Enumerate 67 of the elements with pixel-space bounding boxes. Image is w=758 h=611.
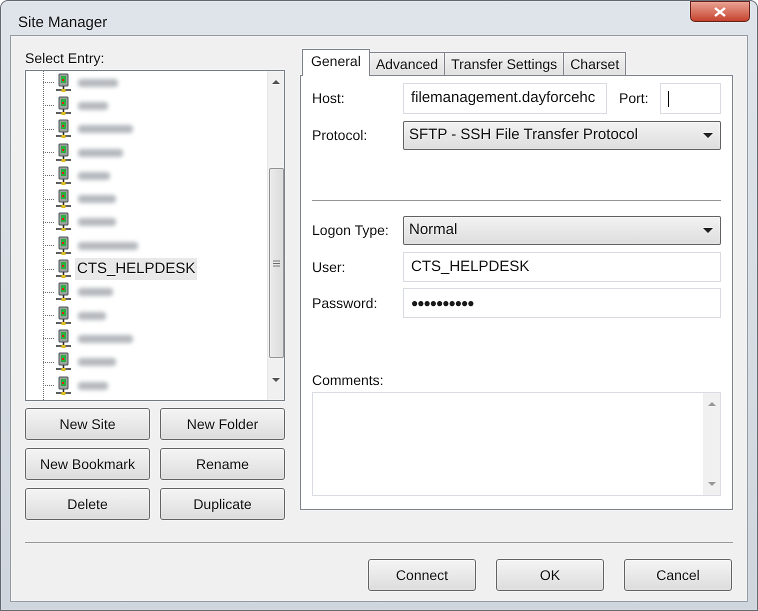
blurred-tree-item[interactable] bbox=[78, 102, 108, 110]
action-button[interactable]: Rename bbox=[160, 448, 285, 480]
computer-icon bbox=[54, 328, 72, 349]
comments-field[interactable] bbox=[312, 392, 721, 496]
computer-icon bbox=[54, 352, 72, 372]
blurred-tree-item[interactable] bbox=[78, 334, 133, 343]
computer-icon bbox=[54, 212, 72, 232]
blurred-tree-item[interactable] bbox=[78, 312, 106, 320]
dialog-button[interactable]: Cancel bbox=[624, 559, 732, 591]
close-icon bbox=[714, 6, 726, 16]
blurred-tree-item[interactable] bbox=[78, 288, 113, 296]
computer-icon bbox=[54, 72, 72, 93]
dropdown-arrow-icon bbox=[703, 228, 713, 233]
action-button[interactable]: Delete bbox=[25, 488, 150, 520]
computer-icon bbox=[54, 142, 72, 163]
computer-icon bbox=[54, 236, 72, 256]
computer-icon bbox=[54, 119, 72, 140]
action-button[interactable]: Duplicate bbox=[160, 488, 285, 520]
comments-label: Comments: bbox=[312, 371, 385, 390]
password-label: Password: bbox=[312, 294, 378, 312]
logon-type-label: Logon Type: bbox=[312, 221, 390, 240]
host-field[interactable]: filemanagement.dayforcehc bbox=[403, 83, 607, 114]
password-field[interactable]: ●●●●●●●●●● bbox=[403, 288, 721, 318]
tab[interactable]: Charset bbox=[563, 52, 626, 75]
select-entry-label: Select Entry: bbox=[25, 49, 106, 68]
dropdown-arrow-icon bbox=[703, 133, 713, 138]
blurred-tree-item[interactable] bbox=[78, 382, 108, 390]
down-arrow-icon[interactable] bbox=[272, 378, 280, 383]
port-field[interactable] bbox=[660, 83, 721, 114]
blurred-tree-item[interactable] bbox=[78, 358, 116, 366]
computer-icon bbox=[54, 376, 72, 396]
scrollbar[interactable] bbox=[267, 71, 284, 400]
port-label: Port: bbox=[619, 89, 650, 108]
tab[interactable]: Transfer Settings bbox=[444, 52, 564, 75]
up-arrow-icon[interactable] bbox=[272, 79, 280, 84]
computer-icon bbox=[54, 282, 72, 302]
tree-item[interactable]: CTS_HELPDESK bbox=[75, 258, 198, 280]
user-label: User: bbox=[312, 258, 346, 276]
dialog-button[interactable]: OK bbox=[496, 559, 604, 591]
blurred-tree-item[interactable] bbox=[78, 242, 138, 250]
blurred-tree-item[interactable] bbox=[78, 148, 123, 157]
protocol-label: Protocol: bbox=[312, 126, 368, 145]
computer-icon bbox=[54, 166, 72, 186]
tab[interactable]: General bbox=[302, 49, 370, 76]
computer-icon bbox=[54, 259, 72, 280]
dialog-button[interactable]: Connect bbox=[368, 559, 476, 591]
scrollbar-thumb[interactable] bbox=[268, 168, 284, 358]
action-button[interactable]: New Folder bbox=[160, 408, 285, 440]
host-label: Host: bbox=[312, 89, 346, 108]
grip-icon bbox=[272, 260, 280, 266]
user-field[interactable]: CTS_HELPDESK bbox=[403, 252, 721, 282]
computer-icon bbox=[54, 306, 72, 326]
blurred-tree-item[interactable] bbox=[78, 78, 118, 87]
blurred-tree-item[interactable] bbox=[78, 218, 116, 226]
computer-icon bbox=[54, 96, 72, 116]
computer-icon bbox=[54, 189, 72, 210]
text-cursor bbox=[668, 90, 669, 106]
blurred-tree-item[interactable] bbox=[78, 195, 116, 204]
window-title: Site Manager bbox=[18, 15, 108, 30]
protocol-dropdown[interactable]: SFTP - SSH File Transfer Protocol bbox=[403, 121, 721, 150]
action-button[interactable]: New Bookmark bbox=[25, 448, 150, 480]
close-button[interactable] bbox=[690, 1, 750, 22]
tab[interactable]: Advanced bbox=[368, 52, 446, 75]
logon-type-dropdown[interactable]: Normal bbox=[403, 216, 721, 245]
blurred-tree-item[interactable] bbox=[78, 125, 133, 134]
blurred-tree-item[interactable] bbox=[78, 172, 110, 180]
action-button[interactable]: New Site bbox=[25, 408, 150, 440]
